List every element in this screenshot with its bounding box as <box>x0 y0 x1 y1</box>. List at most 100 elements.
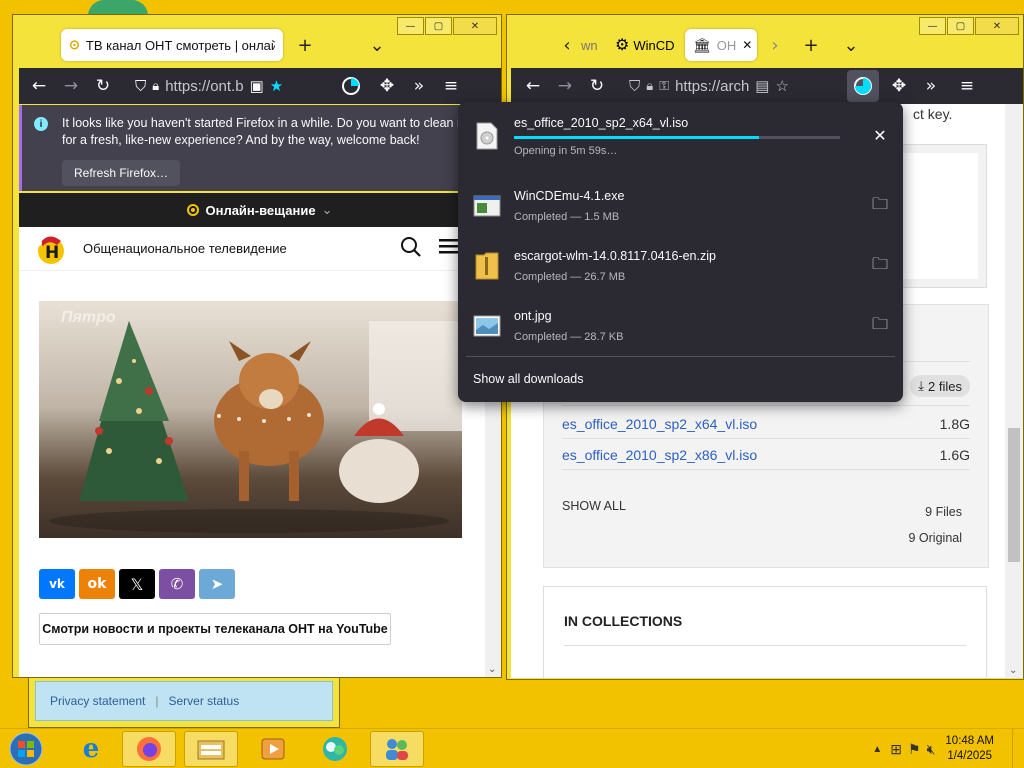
refresh-firefox-button[interactable]: Refresh Firefox… <box>62 160 181 186</box>
flag-icon[interactable]: ⚑ <box>908 741 921 758</box>
live-broadcast-bar[interactable]: Онлайн-вещание ⌄ <box>19 193 501 227</box>
tabs-scroll-left-icon[interactable]: ‹ <box>553 35 581 56</box>
tab-archive[interactable]: 🏛︎ OH ✕ <box>685 29 757 61</box>
taskbar-ie-icon[interactable]: e <box>64 731 118 767</box>
menu-icon[interactable]: ≡ <box>951 70 983 102</box>
collections-heading: IN COLLECTIONS <box>564 613 683 629</box>
tab-ont[interactable]: ⊙ ТВ канал ОНТ смотреть | онлайн <box>61 29 283 61</box>
download-item[interactable]: WinCDEmu-4.1.exe Completed — 1.5 MB 🗀︎ <box>464 178 897 234</box>
lock-icon: 🔒︎ <box>152 78 160 93</box>
server-status-link[interactable]: Server status <box>169 694 240 708</box>
divider <box>466 356 895 357</box>
youtube-link-button[interactable]: Смотри новости и проекты телеканала ОНТ … <box>39 613 391 645</box>
url-text: https://ont.b <box>165 77 244 95</box>
privacy-link[interactable]: Privacy statement <box>50 694 145 708</box>
cancel-download-icon[interactable]: ✕ <box>863 119 897 153</box>
start-button[interactable] <box>6 731 46 767</box>
folder-icon[interactable]: 🗀︎ <box>863 309 897 343</box>
exe-file-icon <box>472 191 502 221</box>
download-name: es_office_2010_sp2_x64_vl.iso <box>514 115 689 130</box>
menu-icon[interactable]: ≡ <box>435 70 467 102</box>
svg-text:Н: Н <box>45 243 59 263</box>
download-status: Completed — 26.7 MB <box>514 271 626 283</box>
download-item[interactable]: ont.jpg Completed — 28.7 KB 🗀︎ <box>464 298 897 354</box>
bookmark-star-icon[interactable]: ★ <box>270 77 283 95</box>
clock-date: 1/4/2025 <box>947 750 993 762</box>
tab-wn[interactable]: wn <box>581 38 601 53</box>
hero-image[interactable]: Пятро <box>39 301 462 538</box>
reload-icon[interactable]: ↻ <box>581 70 613 102</box>
download-item[interactable]: es_office_2010_sp2_x64_vl.iso Opening in… <box>464 108 897 164</box>
ont-page: Н Общенациональное телевидение Пятро vk … <box>19 227 501 677</box>
show-desktop-button[interactable] <box>1012 729 1024 768</box>
show-hidden-icons-icon[interactable]: ▲ <box>872 744 882 755</box>
clock[interactable]: 10:48 AM 1/4/2025 <box>945 734 994 764</box>
bookmark-star-icon[interactable]: ☆ <box>775 77 788 95</box>
forward-icon[interactable]: → <box>55 70 87 102</box>
files-badge[interactable]: ⤓ 2 files <box>910 375 970 397</box>
archive-favicon-icon: 🏛︎ <box>693 36 711 53</box>
firefox-infobar: i It looks like you haven't started Fire… <box>19 105 501 191</box>
telegram-share-button[interactable]: ➤ <box>199 569 235 599</box>
close-tab-icon[interactable]: ✕ <box>742 38 752 52</box>
folder-icon[interactable]: 🗀︎ <box>863 249 897 283</box>
download-status: Completed — 1.5 MB <box>514 211 620 223</box>
file-row: es_office_2010_sp2_x64_vl.iso 1.8G <box>562 409 970 439</box>
file-link[interactable]: es_office_2010_sp2_x86_vl.iso <box>562 447 757 463</box>
more-tools-icon[interactable]: » <box>915 70 947 102</box>
folder-icon[interactable]: 🗀︎ <box>863 189 897 223</box>
back-icon[interactable]: ← <box>517 70 549 102</box>
show-all-downloads-button[interactable]: Show all downloads <box>473 372 584 386</box>
site-title: Общенациональное телевидение <box>83 241 287 256</box>
picture-in-url-icon: ▣ <box>249 78 264 95</box>
more-tools-icon[interactable]: » <box>403 70 435 102</box>
file-size: 1.6G <box>939 446 970 463</box>
lock-icon: 🔒︎ <box>646 78 654 93</box>
tabs-scroll-right-icon[interactable]: › <box>761 35 789 56</box>
url-bar[interactable]: ⛉ 🔒︎ https://ont.b ▣ ★ <box>129 71 325 101</box>
x-share-button[interactable]: 𝕏 <box>119 569 155 599</box>
new-tab-icon[interactable]: + <box>797 35 825 56</box>
search-icon[interactable] <box>399 235 423 262</box>
live-dot-icon <box>187 204 200 216</box>
reader-view-icon[interactable]: ▤ <box>755 77 769 95</box>
gear-icon: ⚙ <box>615 37 630 54</box>
file-count: 9 Files <box>925 505 962 519</box>
taskbar-messenger-icon[interactable] <box>308 731 362 767</box>
page-scrollbar[interactable]: ⌄ <box>1005 104 1023 678</box>
download-status: Opening in 5m 59s… <box>514 144 618 157</box>
download-item[interactable]: escargot-wlm-14.0.8117.0416-en.zip Compl… <box>464 238 897 294</box>
scrollbar-thumb[interactable] <box>1008 428 1020 562</box>
vk-share-button[interactable]: vk <box>39 569 75 599</box>
taskbar-firefox-icon[interactable] <box>122 731 176 767</box>
taskbar-people-icon[interactable] <box>370 731 424 767</box>
volume-muted-icon[interactable]: 🔇︎ <box>927 741 936 758</box>
background-window: Privacy statement | Server status <box>28 676 340 728</box>
taskbar-explorer-icon[interactable] <box>184 731 238 767</box>
back-icon[interactable]: ← <box>23 70 55 102</box>
left-browser-window: — ▢ ✕ ⊙ ТВ канал ОНТ смотреть | онлайн +… <box>12 14 502 678</box>
file-size: 1.8G <box>939 415 970 432</box>
file-link[interactable]: es_office_2010_sp2_x64_vl.iso <box>562 416 757 432</box>
extensions-icon[interactable]: ✥ <box>883 70 915 102</box>
downloads-icon[interactable] <box>335 70 367 102</box>
collections-card: IN COLLECTIONS <box>543 586 987 678</box>
system-tray: ▲ ⊞ ⚑ 🔇︎ 10:48 AM 1/4/2025 <box>872 729 1024 768</box>
downloads-icon[interactable] <box>847 70 879 102</box>
clock-time: 10:48 AM <box>945 735 994 747</box>
ok-share-button[interactable]: ok <box>79 569 115 599</box>
url-bar[interactable]: ⛉ 🔒︎ ⚿ https://arch ▤ ☆ <box>623 71 841 101</box>
info-icon: i <box>34 117 48 131</box>
tab-wincdemu[interactable]: ⚙ WinCD <box>615 35 677 55</box>
viber-share-button[interactable]: ✆ <box>159 569 195 599</box>
ont-logo[interactable]: Н <box>35 233 69 265</box>
forward-icon[interactable]: → <box>549 70 581 102</box>
reload-icon[interactable]: ↻ <box>87 70 119 102</box>
show-all-link[interactable]: SHOW ALL <box>562 499 626 513</box>
list-tabs-icon[interactable]: ⌄ <box>837 35 865 56</box>
taskbar-media-player-icon[interactable] <box>246 731 300 767</box>
extensions-icon[interactable]: ✥ <box>371 70 403 102</box>
network-icon[interactable]: ⊞ <box>890 741 902 758</box>
new-tab-icon[interactable]: + <box>291 35 319 56</box>
list-tabs-icon[interactable]: ⌄ <box>363 35 391 56</box>
